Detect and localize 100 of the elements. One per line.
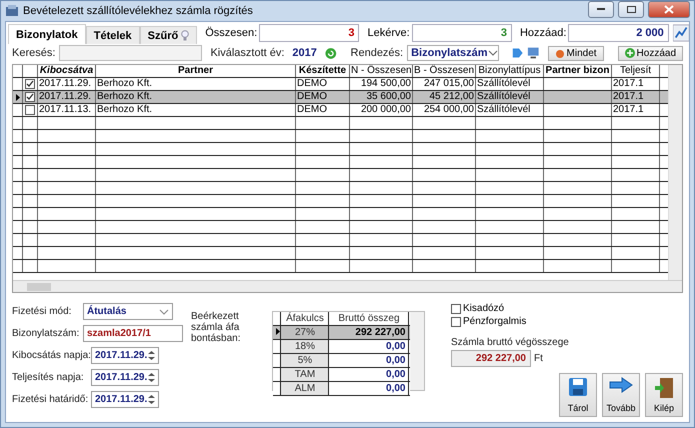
field-label: Kibocsátás napja: [12, 350, 88, 361]
column-header[interactable]: N - Összesen [350, 65, 413, 77]
maximize-button[interactable] [618, 1, 644, 18]
checkbox-label: Kisadózó [462, 303, 504, 314]
column-header[interactable]: Teljesít [612, 65, 660, 77]
currency-label: Ft [534, 353, 543, 364]
table-cell: 0,00 [329, 368, 410, 381]
year-label: Kiválasztott év: [210, 47, 284, 59]
column-header[interactable]: Készítette [296, 65, 350, 77]
table-cell: 5% [281, 354, 330, 367]
minimize-icon [597, 8, 605, 11]
payment-dropdown[interactable]: Átutalás [83, 303, 173, 320]
right-arrow-icon [609, 377, 634, 393]
total-label: Számla bruttó végösszege [450, 337, 570, 348]
table-cell: DEMO [296, 104, 350, 116]
save-button[interactable]: Tárol [559, 373, 598, 417]
sort-dropdown[interactable]: Bizonylatszám [407, 45, 499, 61]
table-cell: 0,00 [329, 382, 410, 395]
spinner-icon [148, 394, 155, 405]
horizontal-scrollbar[interactable] [13, 280, 682, 292]
summary-label: Hozzáad: [520, 27, 566, 39]
minimize-button[interactable] [588, 1, 614, 18]
table-cell: DEMO [296, 91, 350, 103]
total-value: 292 227,00 [450, 350, 531, 367]
plus-icon [624, 48, 635, 58]
vat-row[interactable]: TAM 0,00 [273, 368, 410, 382]
summary-label: Összesen: [205, 27, 258, 39]
vat-label: Beérkezett számla áfa bontásban: [191, 311, 242, 346]
exit-button[interactable]: Kilép [645, 373, 684, 417]
all-button[interactable]: Mindet [548, 46, 604, 60]
table-cell: 0,00 [329, 354, 410, 367]
sort-label: Rendezés: [350, 47, 404, 59]
column-header: Bruttó összeg [329, 312, 410, 325]
tab[interactable]: Tételek [86, 26, 140, 44]
monitor-icon[interactable] [527, 46, 540, 60]
table-cell: Berhozo Kft. [96, 91, 296, 103]
table-cell: 18% [281, 340, 330, 353]
table-cell: Berhozo Kft. [96, 78, 296, 90]
year-value: 2017 [291, 47, 318, 59]
tab[interactable]: Szűrő [140, 26, 198, 44]
close-icon [664, 5, 674, 14]
table-row[interactable]: 2017.11.13. Berhozo Kft. DEMO 200 000,00 254 000,00 Szállítólevél 2017.1 [13, 104, 668, 117]
table-cell: 45 212,00 [413, 91, 476, 103]
table-cell: 200 000,00 [350, 104, 413, 116]
refresh-icon[interactable] [324, 46, 337, 60]
table-row[interactable]: 2017.11.29. Berhozo Kft. DEMO 35 600,00 45 212,00 Szállítólevél 2017.1 [13, 91, 668, 104]
vertical-scrollbar[interactable] [668, 65, 682, 280]
search-field[interactable] [59, 45, 202, 61]
document-number-field[interactable]: szamla2017/1 [83, 325, 183, 342]
date-field[interactable]: 2017.11.29. [91, 347, 159, 364]
search-label: Keresés: [12, 47, 56, 59]
vat-row[interactable]: 27% 292 227,00 [273, 326, 410, 340]
checkbox[interactable] [450, 316, 461, 326]
vat-row[interactable]: 18% 0,00 [273, 340, 410, 354]
table-cell: TAM [281, 368, 330, 381]
tab[interactable]: Bizonylatok [8, 24, 86, 44]
column-header[interactable]: B - Összesen [413, 65, 476, 77]
field-label: Bizonylatszám: [12, 328, 80, 339]
table-cell: DEMO [296, 78, 350, 90]
table-cell: 2017.1 [612, 91, 660, 103]
door-icon [654, 377, 674, 399]
spinner-icon [148, 350, 155, 361]
table-cell: 2017.1 [612, 78, 660, 90]
vat-row[interactable]: ALM 0,00 [273, 382, 410, 396]
table-cell: 2017.11.29. [38, 78, 96, 90]
row-pointer-icon [276, 328, 280, 335]
add-button[interactable]: Hozzáad [618, 46, 684, 60]
next-button[interactable]: Tovább [602, 373, 640, 417]
checkbox[interactable] [450, 304, 461, 314]
app-icon [5, 5, 19, 17]
table-cell: 2017.1 [612, 104, 660, 116]
close-button[interactable] [648, 1, 690, 18]
column-header[interactable]: Kibocsátva [38, 65, 96, 77]
summary-value: 3 [259, 24, 360, 42]
chart-icon[interactable] [672, 24, 690, 42]
vertical-scrollbar[interactable] [410, 312, 424, 390]
date-field[interactable]: 2017.11.29. [91, 391, 159, 408]
vat-row[interactable]: 5% 0,00 [273, 354, 410, 368]
table-cell: Berhozo Kft. [96, 104, 296, 116]
row-pointer-icon [16, 94, 20, 100]
table-cell: 35 600,00 [350, 91, 413, 103]
window-title: Bevételezett szállítólevélekhez számla rögzítés [23, 5, 254, 17]
column-header[interactable]: Bizonylattípus [476, 65, 544, 77]
table-cell: 247 015,00 [413, 78, 476, 90]
column-header[interactable]: Partner bizon [544, 65, 612, 77]
column-header: Áfakulcs [281, 312, 330, 325]
table-cell: 27% [281, 326, 330, 339]
table-cell: 2017.11.13. [38, 104, 96, 116]
summary-value: 3 [412, 24, 512, 42]
row-checkbox[interactable] [25, 105, 35, 115]
spinner-icon [148, 372, 155, 383]
column-header[interactable]: Partner [96, 65, 296, 77]
table-cell: ALM [281, 382, 330, 395]
maximize-icon [626, 6, 636, 13]
row-checkbox[interactable] [25, 79, 35, 89]
table-cell: 292 227,00 [329, 326, 410, 339]
row-checkbox[interactable] [25, 92, 35, 102]
date-field[interactable]: 2017.11.29. [91, 369, 159, 386]
table-cell: 254 000,00 [413, 104, 476, 116]
field-label: Fizetési mód: [12, 306, 72, 317]
